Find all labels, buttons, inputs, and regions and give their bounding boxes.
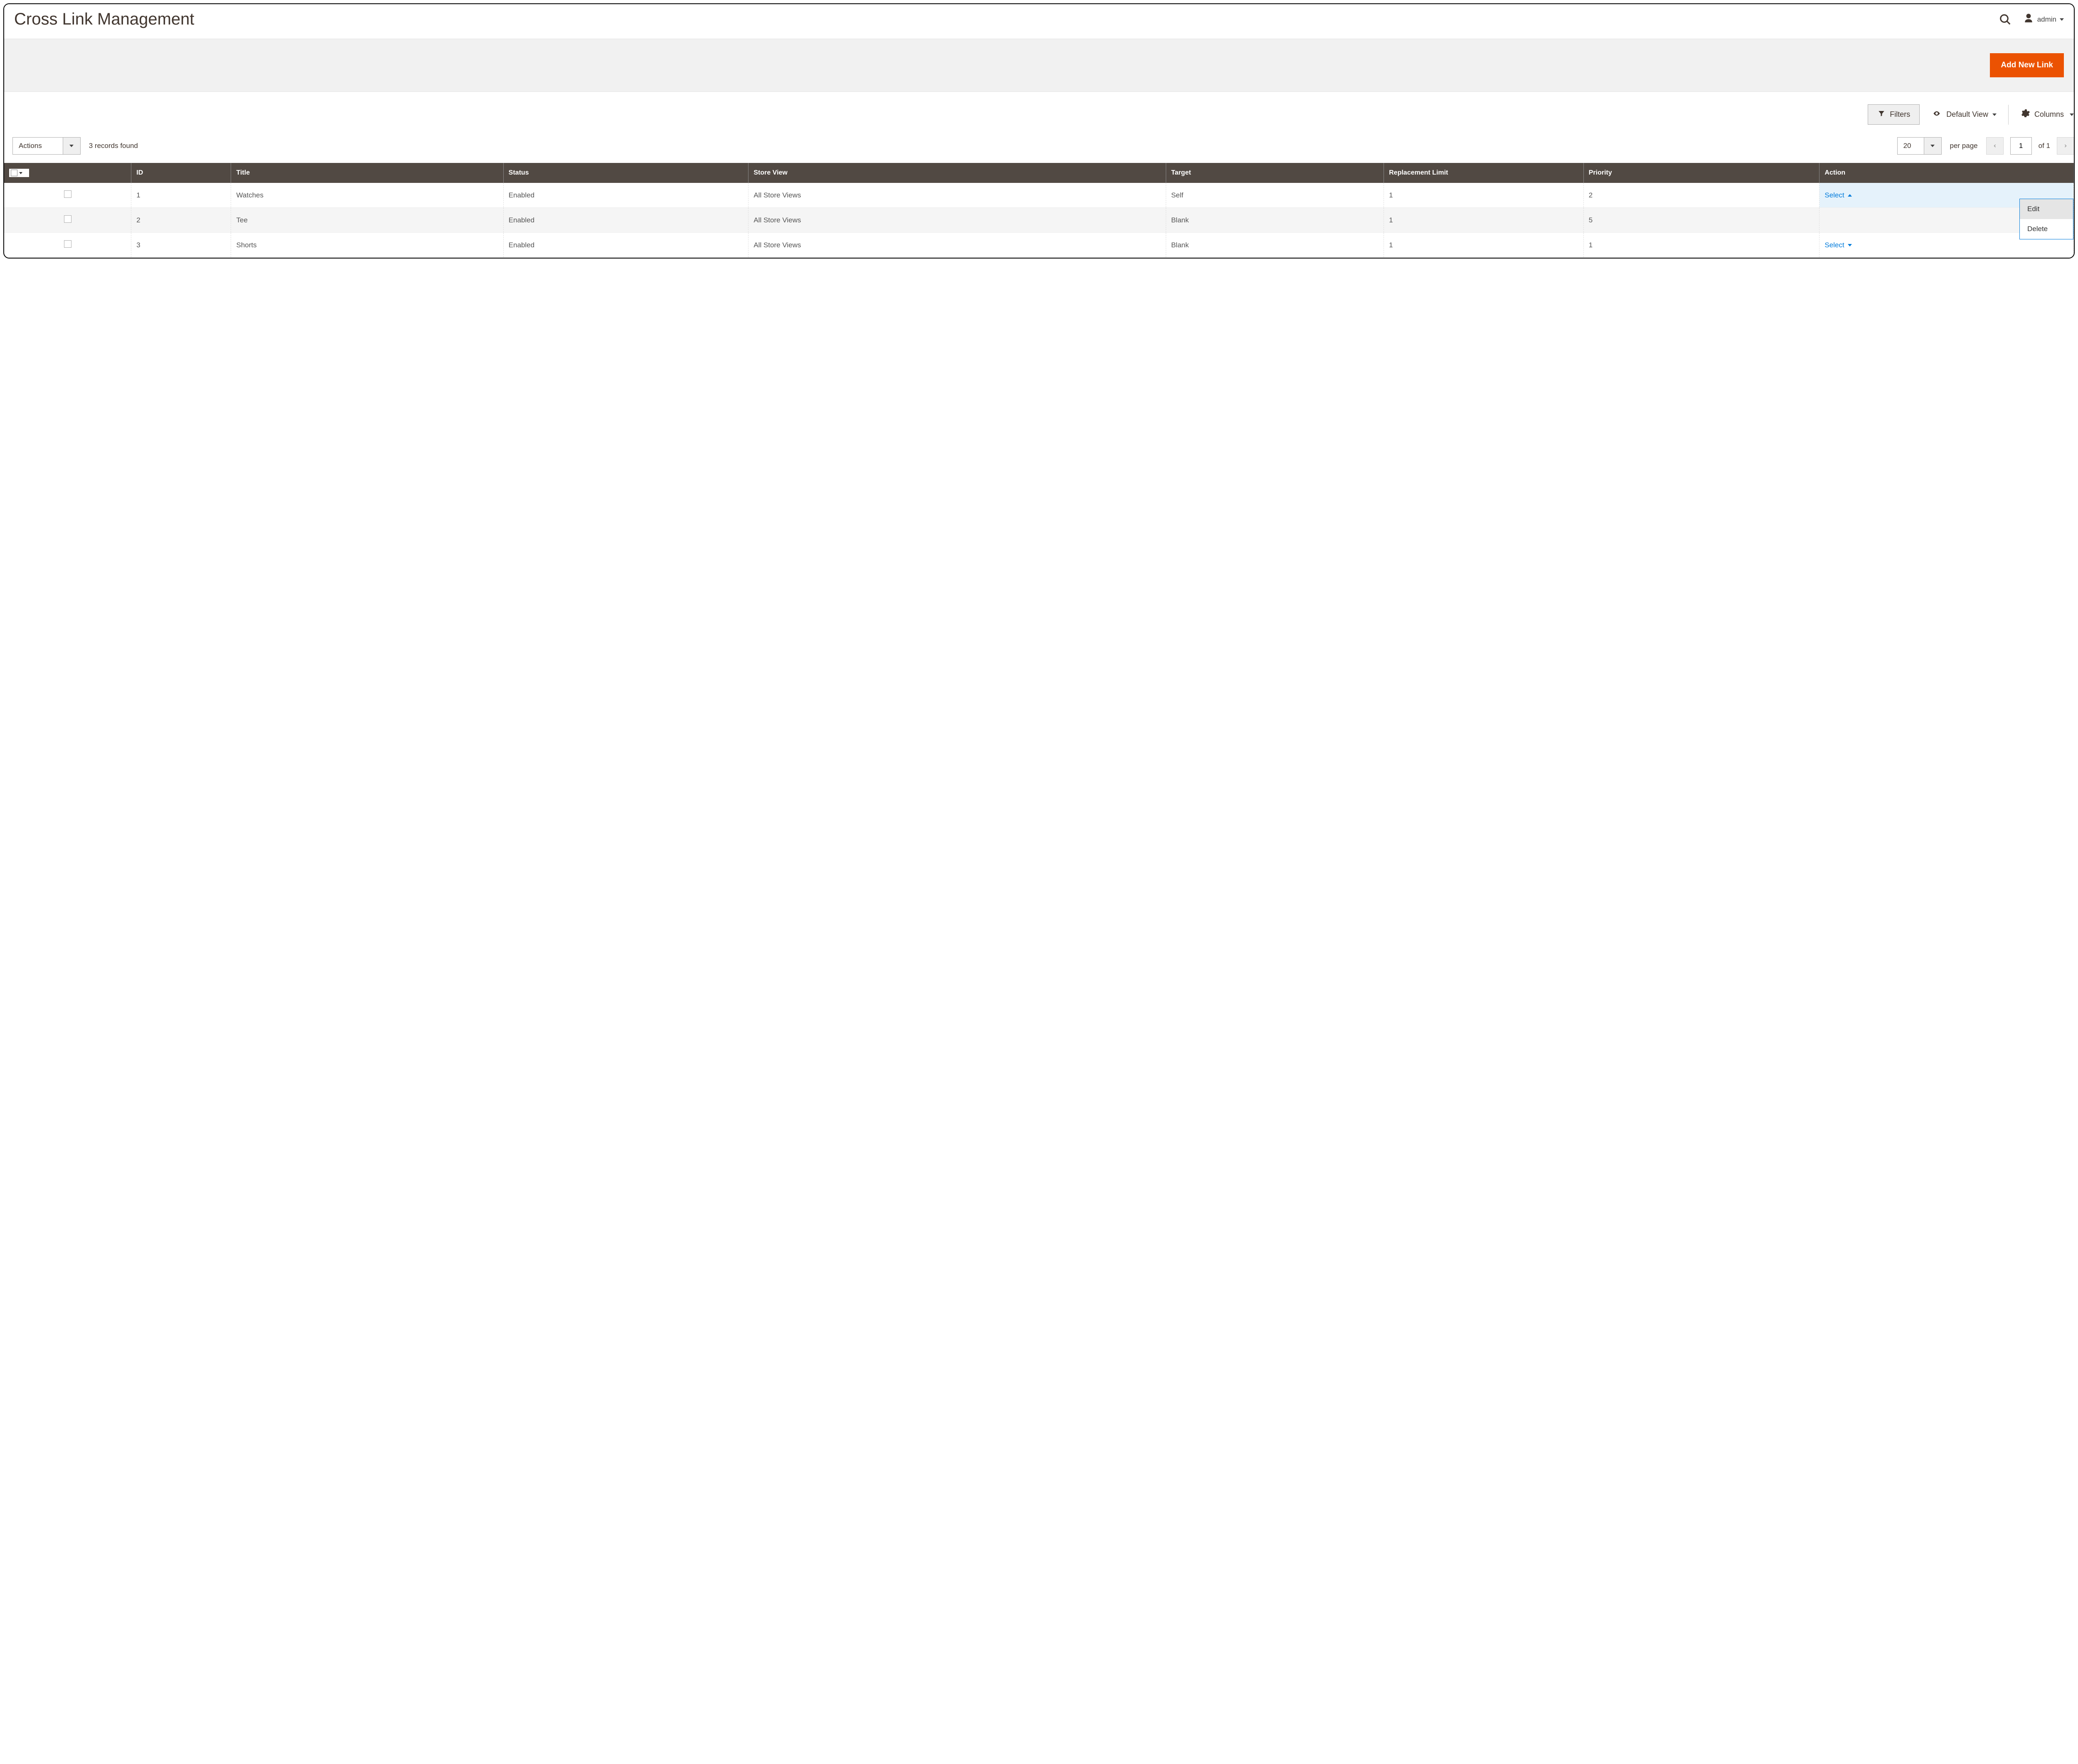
chevron-down-icon (2060, 18, 2064, 21)
chevron-down-icon (1848, 244, 1852, 246)
cell-replacement-limit: 1 (1384, 233, 1583, 258)
table-row: 2 Tee Enabled All Store Views Blank 1 5 … (4, 208, 2074, 233)
grid-toolbar: Filters Default View Columns (4, 92, 2074, 133)
add-new-link-button[interactable]: Add New Link (1990, 53, 2064, 77)
col-header-checkbox[interactable] (4, 163, 131, 183)
row-action-label: Select (1824, 191, 1844, 200)
cell-replacement-limit: 1 (1384, 183, 1583, 208)
cell-title: Shorts (231, 233, 503, 258)
mass-actions-select[interactable]: Actions (12, 137, 81, 155)
cell-title: Watches (231, 183, 503, 208)
cell-priority: 2 (1583, 183, 1819, 208)
listing-bar: Actions 3 records found 20 per page of 1 (4, 133, 2074, 163)
cell-status: Enabled (503, 233, 748, 258)
current-page-input[interactable] (2010, 137, 2032, 155)
search-icon[interactable] (1999, 13, 2012, 26)
default-view-button[interactable]: Default View (1931, 110, 1997, 119)
table-row: 1 Watches Enabled All Store Views Self 1… (4, 183, 2074, 208)
primary-action-bar: Add New Link (4, 39, 2074, 92)
cell-target: Blank (1166, 208, 1384, 233)
col-header-priority[interactable]: Priority (1583, 163, 1819, 183)
cell-action: Select Edit Delete (1819, 183, 2074, 208)
next-page-button[interactable] (2057, 137, 2074, 155)
app-frame: Cross Link Management admin Add New Link (3, 3, 2075, 259)
cell-id: 1 (131, 183, 231, 208)
gear-icon (2020, 108, 2030, 121)
funnel-icon (1877, 110, 1886, 119)
row-action-label: Select (1824, 241, 1844, 249)
row-checkbox[interactable] (64, 215, 71, 223)
admin-user-menu[interactable]: admin (2023, 13, 2064, 26)
default-view-label: Default View (1946, 110, 1988, 119)
col-header-status[interactable]: Status (503, 163, 748, 183)
cell-id: 3 (131, 233, 231, 258)
records-found-label: 3 records found (89, 142, 138, 150)
user-icon (2023, 13, 2034, 26)
action-menu-edit[interactable]: Edit (2020, 199, 2073, 219)
pager: of 1 (1986, 137, 2074, 155)
columns-label: Columns (2034, 110, 2064, 119)
action-menu-delete[interactable]: Delete (2020, 219, 2073, 239)
col-header-title[interactable]: Title (231, 163, 503, 183)
cell-title: Tee (231, 208, 503, 233)
row-action-select[interactable]: Select (1824, 191, 1851, 200)
mass-actions-label: Actions (13, 138, 63, 154)
chevron-down-icon (1924, 138, 1941, 154)
eye-icon (1931, 110, 1942, 119)
cell-store-view: All Store Views (748, 183, 1166, 208)
col-header-id[interactable]: ID (131, 163, 231, 183)
data-grid: ID Title Status Store View Target Replac… (4, 163, 2074, 258)
grid-header-row: ID Title Status Store View Target Replac… (4, 163, 2074, 183)
col-header-replacement-limit[interactable]: Replacement Limit (1384, 163, 1583, 183)
cell-replacement-limit: 1 (1384, 208, 1583, 233)
cell-status: Enabled (503, 183, 748, 208)
col-header-action[interactable]: Action (1819, 163, 2074, 183)
page-header: Cross Link Management admin (4, 4, 2074, 39)
row-checkbox[interactable] (64, 240, 71, 248)
cell-store-view: All Store Views (748, 208, 1166, 233)
chevron-down-icon (63, 138, 80, 154)
cell-store-view: All Store Views (748, 233, 1166, 258)
select-all-checkbox[interactable] (11, 170, 17, 176)
col-header-store-view[interactable]: Store View (748, 163, 1166, 183)
prev-page-button[interactable] (1986, 137, 2004, 155)
table-row: 3 Shorts Enabled All Store Views Blank 1… (4, 233, 2074, 258)
per-page-label: per page (1950, 142, 1978, 150)
filters-label: Filters (1890, 110, 1910, 119)
cell-target: Blank (1166, 233, 1384, 258)
cell-priority: 5 (1583, 208, 1819, 233)
cell-status: Enabled (503, 208, 748, 233)
admin-user-label: admin (2037, 15, 2056, 24)
row-action-select[interactable]: Select (1824, 241, 1851, 249)
page-title: Cross Link Management (14, 10, 195, 29)
header-right: admin (1999, 13, 2064, 26)
cell-target: Self (1166, 183, 1384, 208)
toolbar-divider (2008, 105, 2009, 125)
row-checkbox[interactable] (64, 190, 71, 198)
page-size-value: 20 (1898, 138, 1924, 154)
total-pages-label: of 1 (2039, 142, 2050, 150)
row-action-menu: Edit Delete (2019, 199, 2073, 239)
cell-priority: 1 (1583, 233, 1819, 258)
columns-button[interactable]: Columns (2020, 108, 2074, 121)
chevron-up-icon (1848, 194, 1852, 197)
page-size-select[interactable]: 20 (1897, 137, 1942, 155)
chevron-down-icon (2070, 113, 2074, 116)
cell-id: 2 (131, 208, 231, 233)
chevron-down-icon (19, 172, 22, 174)
chevron-down-icon (1992, 113, 1997, 116)
filters-button[interactable]: Filters (1868, 104, 1920, 125)
col-header-target[interactable]: Target (1166, 163, 1384, 183)
